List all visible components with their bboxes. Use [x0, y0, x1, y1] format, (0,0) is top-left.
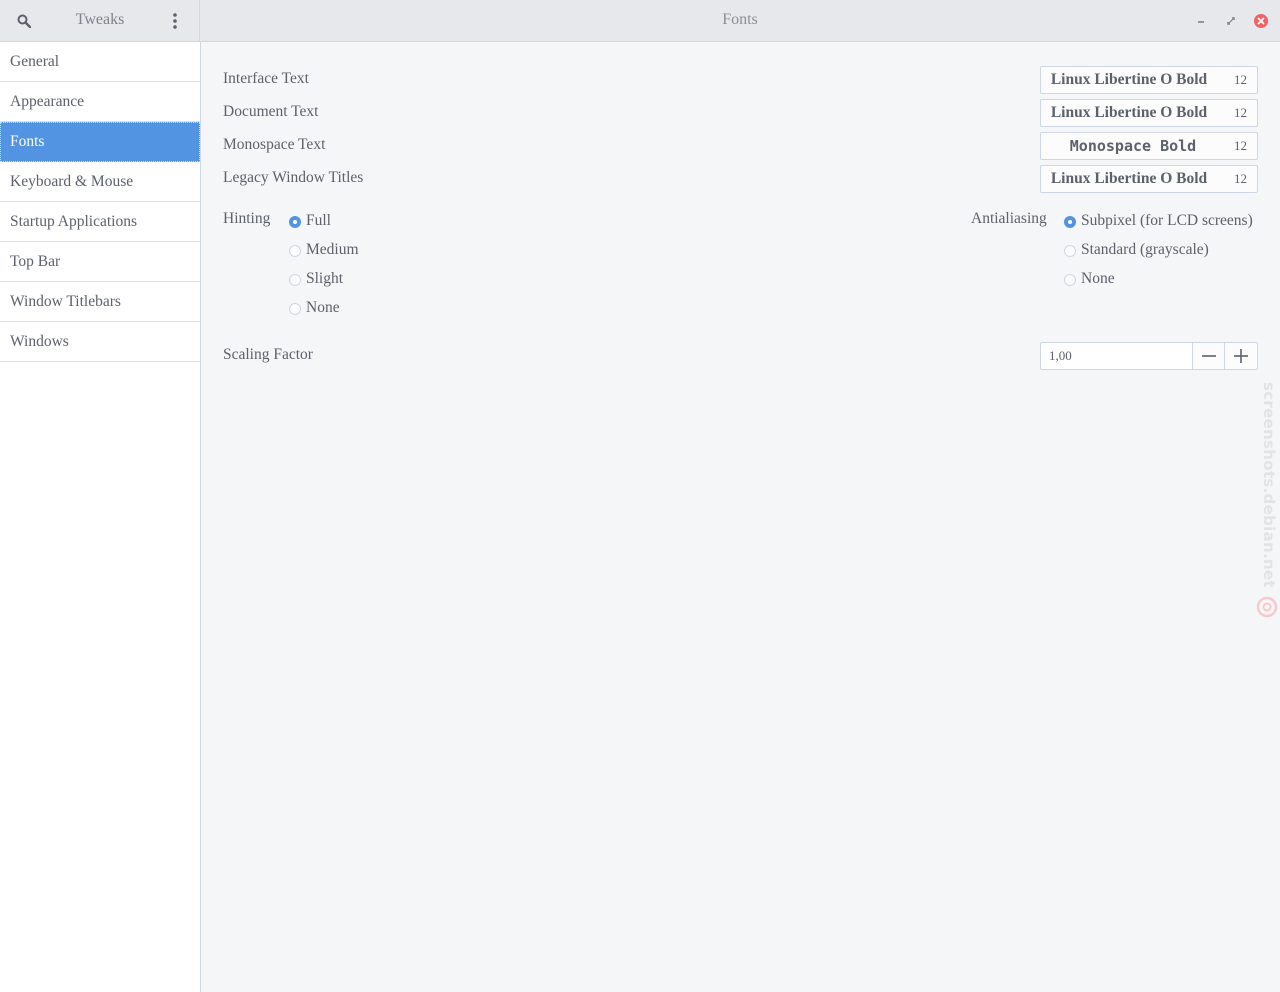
hinting-option-label: Full [306, 212, 331, 229]
sidebar-item-top-bar[interactable]: Top Bar [0, 242, 200, 282]
minimize-icon [1198, 21, 1204, 23]
antialiasing-option-label: Standard (grayscale) [1081, 241, 1209, 258]
page-title: Fonts [722, 11, 758, 28]
document-font-size: 12 [1234, 105, 1247, 120]
radio-checked-icon [1064, 216, 1076, 228]
radio-checked-icon [289, 216, 301, 228]
radio-unchecked-icon [1064, 274, 1076, 286]
increase-button[interactable] [1224, 343, 1256, 369]
sidebar-item-appearance[interactable]: Appearance [0, 82, 200, 122]
hinting-label: Hinting [223, 210, 271, 227]
antialiasing-option-label: Subpixel (for LCD screens) [1081, 212, 1253, 229]
legacy-window-titles-label: Legacy Window Titles [223, 169, 364, 186]
app-title: Tweaks [75, 11, 125, 28]
scaling-factor-label: Scaling Factor [223, 346, 313, 363]
legacy-titles-font-button[interactable]: Linux Libertine O Bold 12 [1040, 165, 1258, 193]
scaling-factor-spinbutton [1040, 342, 1258, 370]
antialiasing-option-label: None [1081, 270, 1115, 287]
close-button[interactable] [1252, 12, 1270, 30]
document-font-name: Linux Libertine O Bold [1050, 104, 1208, 121]
header-bar: Tweaks Fonts [0, 0, 1280, 42]
monospace-font-button[interactable]: Monospace Bold 12 [1040, 132, 1258, 160]
antialiasing-label: Antialiasing [971, 210, 1047, 227]
sidebar-item-fonts[interactable]: Fonts [0, 122, 200, 162]
legacy-titles-font-size: 12 [1234, 171, 1247, 186]
sidebar-item-general[interactable]: General [0, 42, 200, 82]
search-icon [17, 14, 31, 28]
minimize-button[interactable] [1192, 12, 1210, 30]
close-icon [1254, 14, 1268, 28]
watermark: screenshots.debian.net [1256, 382, 1278, 622]
document-text-label: Document Text [223, 103, 319, 120]
menu-button[interactable] [164, 10, 186, 32]
hinting-option-label: Slight [306, 270, 344, 287]
sidebar-item-keyboard-mouse[interactable]: Keyboard & Mouse [0, 162, 200, 202]
monospace-font-size: 12 [1234, 138, 1247, 153]
plus-icon [1234, 349, 1248, 363]
main-content: Interface Text Linux Libertine O Bold 12… [201, 42, 1280, 992]
sidebar-item-window-titlebars[interactable]: Window Titlebars [0, 282, 200, 322]
monospace-font-name: Monospace Bold [1069, 137, 1197, 155]
hinting-option-label: Medium [306, 241, 359, 258]
sidebar: General Appearance Fonts Keyboard & Mous… [0, 42, 201, 992]
minus-icon [1202, 355, 1216, 357]
sidebar-item-startup-applications[interactable]: Startup Applications [0, 202, 200, 242]
decrease-button[interactable] [1192, 343, 1224, 369]
vertical-dots-icon [173, 13, 177, 29]
scaling-factor-input[interactable] [1041, 343, 1191, 369]
radio-unchecked-icon [289, 274, 301, 286]
debian-swirl-icon [1256, 596, 1278, 618]
hinting-option-label: None [306, 299, 340, 316]
watermark-text: screenshots.debian.net [1260, 382, 1278, 588]
radio-unchecked-icon [1064, 245, 1076, 257]
maximize-icon [1227, 17, 1235, 25]
interface-font-size: 12 [1234, 72, 1247, 87]
monospace-text-label: Monospace Text [223, 136, 326, 153]
interface-font-name: Linux Libertine O Bold [1050, 71, 1208, 88]
search-button[interactable] [12, 10, 36, 32]
radio-unchecked-icon [289, 303, 301, 315]
document-font-button[interactable]: Linux Libertine O Bold 12 [1040, 99, 1258, 127]
legacy-titles-font-name: Linux Libertine O Bold [1050, 170, 1208, 187]
maximize-button[interactable] [1222, 12, 1240, 30]
interface-text-label: Interface Text [223, 70, 309, 87]
radio-unchecked-icon [289, 245, 301, 257]
sidebar-item-windows[interactable]: Windows [0, 322, 200, 362]
interface-font-button[interactable]: Linux Libertine O Bold 12 [1040, 66, 1258, 94]
sidebar-header: Tweaks [0, 0, 200, 42]
